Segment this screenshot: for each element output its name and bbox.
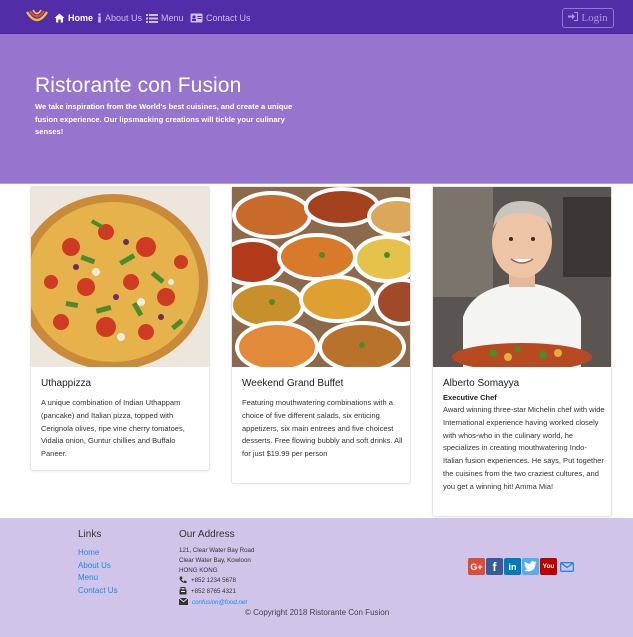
youtube-icon[interactable]: You xyxy=(540,558,557,575)
nav-about[interactable]: About Us xyxy=(97,10,142,26)
leader-description: Award winning three-star Michelin chef w… xyxy=(443,405,605,491)
dish-card: Uthappizza A unique combination of India… xyxy=(30,186,210,471)
address-line: HONG KONG xyxy=(179,567,218,574)
address-card-icon xyxy=(190,13,203,23)
nav-contact-label: Contact Us xyxy=(206,13,251,23)
nav-home-label: Home xyxy=(68,13,94,23)
footer-link-contact[interactable]: Contact Us xyxy=(78,586,118,595)
footer-link-menu[interactable]: Menu xyxy=(78,573,98,582)
email-link[interactable]: confusion@food.net xyxy=(192,599,247,606)
login-label: Login xyxy=(581,12,608,24)
linkedin-icon[interactable]: in xyxy=(504,558,521,575)
restaurant-tagline: We take inspiration from the World's bes… xyxy=(35,102,293,137)
phone-row: +852 1234 5678 xyxy=(179,576,236,585)
promotion-card: Weekend Grand Buffet Featuring mouthwate… xyxy=(231,186,411,484)
dish-title: Uthappizza xyxy=(41,378,92,389)
leader-image xyxy=(433,187,611,367)
nav-menu-label: Menu xyxy=(161,13,184,23)
phone-number: +852 1234 5678 xyxy=(191,577,236,584)
leader-designation: Executive Chef xyxy=(443,393,497,402)
dish-image xyxy=(31,187,209,367)
list-icon xyxy=(146,13,158,23)
copyright: © Copyright 2018 Ristorante Con Fusion xyxy=(245,608,390,617)
leader-name: Alberto Somayya xyxy=(443,378,520,389)
promotion-image xyxy=(232,187,410,367)
brand-logo[interactable] xyxy=(25,8,49,26)
jumbotron: Ristorante con Fusion We take inspiratio… xyxy=(0,34,633,184)
envelope-icon[interactable] xyxy=(558,558,576,575)
footer-link-about[interactable]: About Us xyxy=(78,561,111,570)
restaurant-title: Ristorante con Fusion xyxy=(35,74,242,97)
footer-address-heading: Our Address xyxy=(179,529,235,540)
dish-description: A unique combination of Indian Uthappam … xyxy=(41,398,185,459)
nav-contact[interactable]: Contact Us xyxy=(190,10,251,26)
facebook-icon[interactable]: f xyxy=(486,558,503,575)
footer-link-home[interactable]: Home xyxy=(78,548,99,557)
social-links: G+ f in You xyxy=(468,558,576,575)
nav-home[interactable]: Home xyxy=(54,10,93,26)
leader-card: Alberto Somayya Executive Chef Award win… xyxy=(432,186,612,517)
twitter-icon[interactable] xyxy=(522,558,539,575)
navbar: Home About Us Menu Contact Us Login xyxy=(0,0,633,34)
sign-in-icon xyxy=(568,12,579,24)
login-button[interactable]: Login xyxy=(562,8,614,28)
phone-icon xyxy=(179,576,187,586)
footer-links-heading: Links xyxy=(78,529,102,540)
fax-icon xyxy=(179,586,187,597)
nav-about-label: About Us xyxy=(105,13,143,23)
address-line: Clear Water Bay, Kowloon xyxy=(179,557,251,564)
email-row: confusion@food.net xyxy=(178,597,247,607)
address-line: 121, Clear Water Bay Road xyxy=(179,547,255,554)
google-plus-icon[interactable]: G+ xyxy=(468,558,485,575)
home-icon xyxy=(54,13,65,23)
envelope-icon xyxy=(178,597,189,607)
promotion-description: Featuring mouthwatering combinations wit… xyxy=(242,398,403,459)
nav-menu[interactable]: Menu xyxy=(146,10,184,26)
info-icon xyxy=(97,13,102,23)
promotion-title: Weekend Grand Buffet xyxy=(242,378,344,389)
fax-row: +852 8765 4321 xyxy=(179,586,236,597)
fax-number: +852 8765 4321 xyxy=(191,588,236,595)
